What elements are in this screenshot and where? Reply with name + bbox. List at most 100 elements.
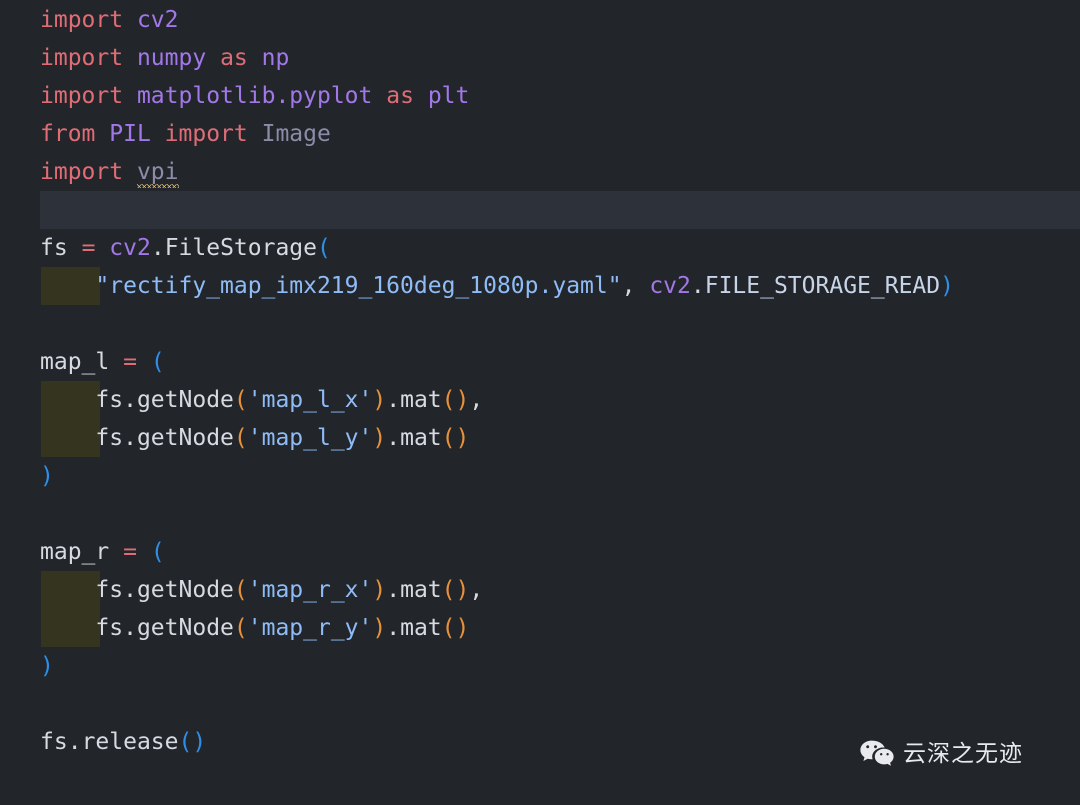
code-token: ) [455, 387, 470, 413]
code-token: import [40, 83, 124, 109]
code-line[interactable]: import numpy as np [0, 39, 1080, 77]
code-token: from [40, 121, 96, 147]
code-line-text: ) [40, 463, 54, 489]
code-token: fs [40, 235, 68, 261]
code-token: getNode [136, 577, 234, 603]
code-token: map_l [40, 349, 110, 375]
code-token: 'map_r_x' [247, 577, 373, 603]
code-token: . [150, 235, 165, 261]
code-token: import [40, 7, 124, 33]
code-token: ) [192, 729, 207, 755]
code-token: 'map_l_x' [247, 387, 373, 413]
code-line[interactable]: import cv2 [0, 1, 1080, 39]
code-token: fs [95, 387, 124, 413]
code-token: , [469, 577, 484, 603]
code-line-text: "rectify_map_imx219_160deg_1080p.yaml", … [40, 273, 954, 299]
code-line[interactable]: ) [0, 647, 1080, 685]
code-surface[interactable]: import cv2 import numpy as np import matpl… [0, 0, 1080, 805]
watermark: 云深之无迹 [860, 740, 1023, 768]
code-token: ) [40, 463, 54, 489]
code-token: ( [150, 539, 165, 565]
code-token: ) [372, 425, 387, 451]
code-line[interactable] [0, 305, 1080, 343]
code-token: ) [40, 653, 54, 679]
code-line[interactable] [0, 191, 1080, 229]
code-token: PIL [109, 121, 151, 147]
code-token: pyplot [289, 83, 373, 109]
code-token: = [123, 539, 137, 565]
code-line-text: fs.getNode('map_r_y').mat() [40, 615, 469, 641]
code-token: map_r [40, 539, 110, 565]
watermark-label: 云深之无迹 [903, 740, 1023, 767]
code-token: = [123, 349, 137, 375]
code-line-text: fs = cv2.FileStorage( [40, 235, 331, 261]
code-token: plt [427, 83, 470, 109]
code-line-text: fs.getNode('map_r_x').mat(), [40, 577, 483, 603]
code-line[interactable]: fs.getNode('map_r_x').mat(), [0, 571, 1080, 609]
code-line[interactable]: import matplotlib.pyplot as plt [0, 77, 1080, 115]
code-line[interactable]: map_l = ( [0, 343, 1080, 381]
code-token: . [123, 425, 137, 451]
code-line-text: map_l = ( [40, 349, 165, 375]
code-token: numpy [136, 45, 207, 71]
wechat-icon [860, 740, 894, 768]
code-token: . [386, 387, 401, 413]
code-token: ) [372, 615, 387, 641]
code-line[interactable]: fs = cv2.FileStorage( [0, 229, 1080, 267]
code-line-text: import matplotlib.pyplot as plt [40, 83, 469, 109]
code-token: ) [455, 577, 470, 603]
code-line[interactable] [0, 495, 1080, 533]
code-token: np [261, 45, 290, 71]
code-token: FILE_STORAGE_READ [704, 273, 941, 299]
code-token: . [690, 273, 705, 299]
code-token: 'map_l_y' [247, 425, 373, 451]
code-token: . [123, 387, 137, 413]
warning-squiggle: vpi [136, 153, 179, 191]
code-line[interactable]: fs.getNode('map_l_y').mat() [0, 419, 1080, 457]
code-token: ( [441, 387, 456, 413]
code-token: import [164, 121, 248, 147]
code-token: . [123, 615, 137, 641]
code-line[interactable]: ) [0, 457, 1080, 495]
code-token: . [386, 615, 401, 641]
code-token: ( [441, 425, 456, 451]
code-line[interactable]: map_r = ( [0, 533, 1080, 571]
code-token: getNode [136, 425, 234, 451]
code-token: mat [400, 615, 442, 641]
code-token: fs [95, 577, 124, 603]
code-line[interactable]: fs.getNode('map_l_x').mat(), [0, 381, 1080, 419]
code-token: , [621, 273, 636, 299]
code-token: ( [441, 615, 456, 641]
code-token: . [67, 729, 82, 755]
code-line[interactable]: fs.getNode('map_r_y').mat() [0, 609, 1080, 647]
code-token: . [123, 577, 137, 603]
code-line[interactable]: import vpi [0, 153, 1080, 191]
code-editor[interactable]: import cv2 import numpy as np import matpl… [0, 0, 1080, 805]
code-token: getNode [136, 387, 234, 413]
code-token: ) [372, 577, 387, 603]
code-token: ( [150, 349, 165, 375]
code-line[interactable]: "rectify_map_imx219_160deg_1080p.yaml", … [0, 267, 1080, 305]
code-token: . [275, 83, 290, 109]
code-line[interactable]: from PIL import Image [0, 115, 1080, 153]
code-token: ( [178, 729, 193, 755]
code-token: getNode [136, 615, 234, 641]
code-token: "rectify_map_imx219_160deg_1080p.yaml" [95, 273, 622, 299]
code-token: ( [233, 387, 248, 413]
code-token: ) [372, 387, 387, 413]
code-line[interactable] [0, 685, 1080, 723]
